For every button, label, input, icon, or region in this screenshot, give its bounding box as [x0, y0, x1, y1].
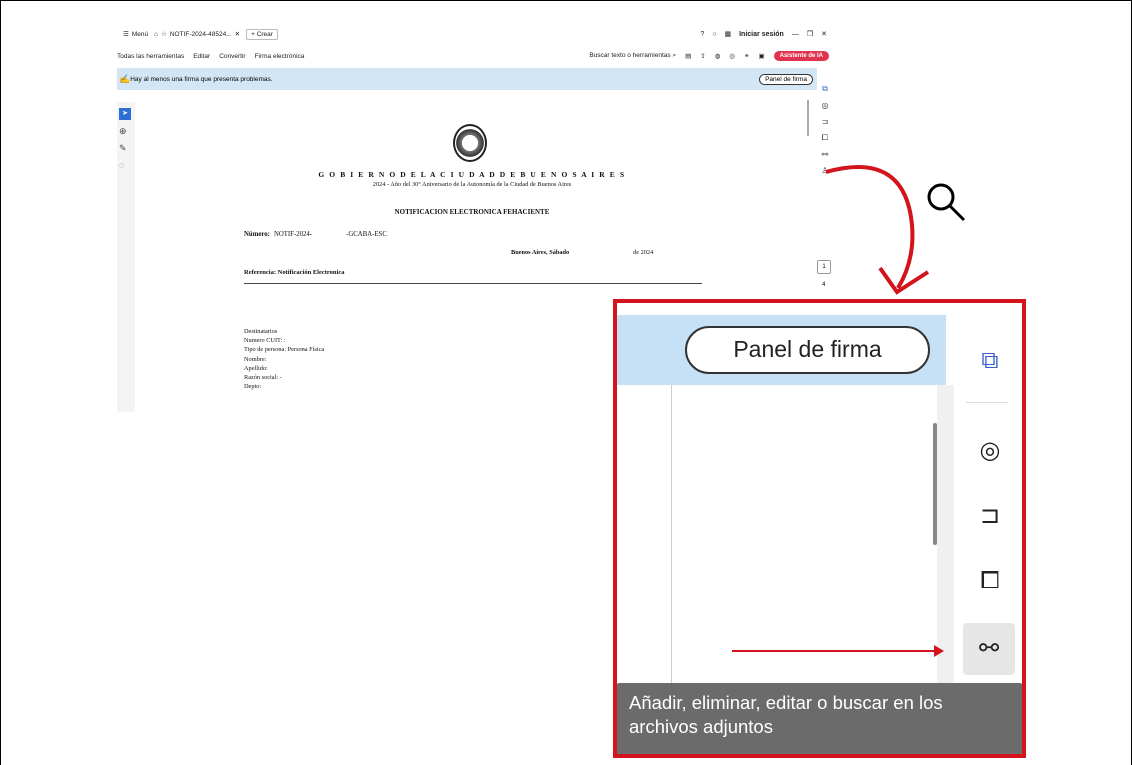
zoom-publish-icon[interactable]: ⧉	[972, 343, 1008, 379]
zoom-divider	[966, 402, 1008, 403]
zoom-signature-panel-button[interactable]: Panel de firma	[685, 326, 930, 374]
zoom-pages-icon[interactable]: ⧠	[972, 563, 1008, 599]
pointer-arrow	[732, 645, 944, 657]
zoom-comment-icon[interactable]: ◎	[972, 433, 1008, 469]
magnifier-icon	[927, 183, 966, 222]
zoom-inset: Panel de firma ⧉ ◎ ⊐ ⧠ ⚯ Añadir, elimina…	[613, 299, 1026, 758]
zoom-bookmark-icon[interactable]: ⊐	[972, 498, 1008, 534]
zoom-attachment-icon[interactable]: ⚯	[963, 623, 1015, 675]
attachment-tooltip: Añadir, eliminar, editar o buscar en los…	[617, 683, 1022, 754]
